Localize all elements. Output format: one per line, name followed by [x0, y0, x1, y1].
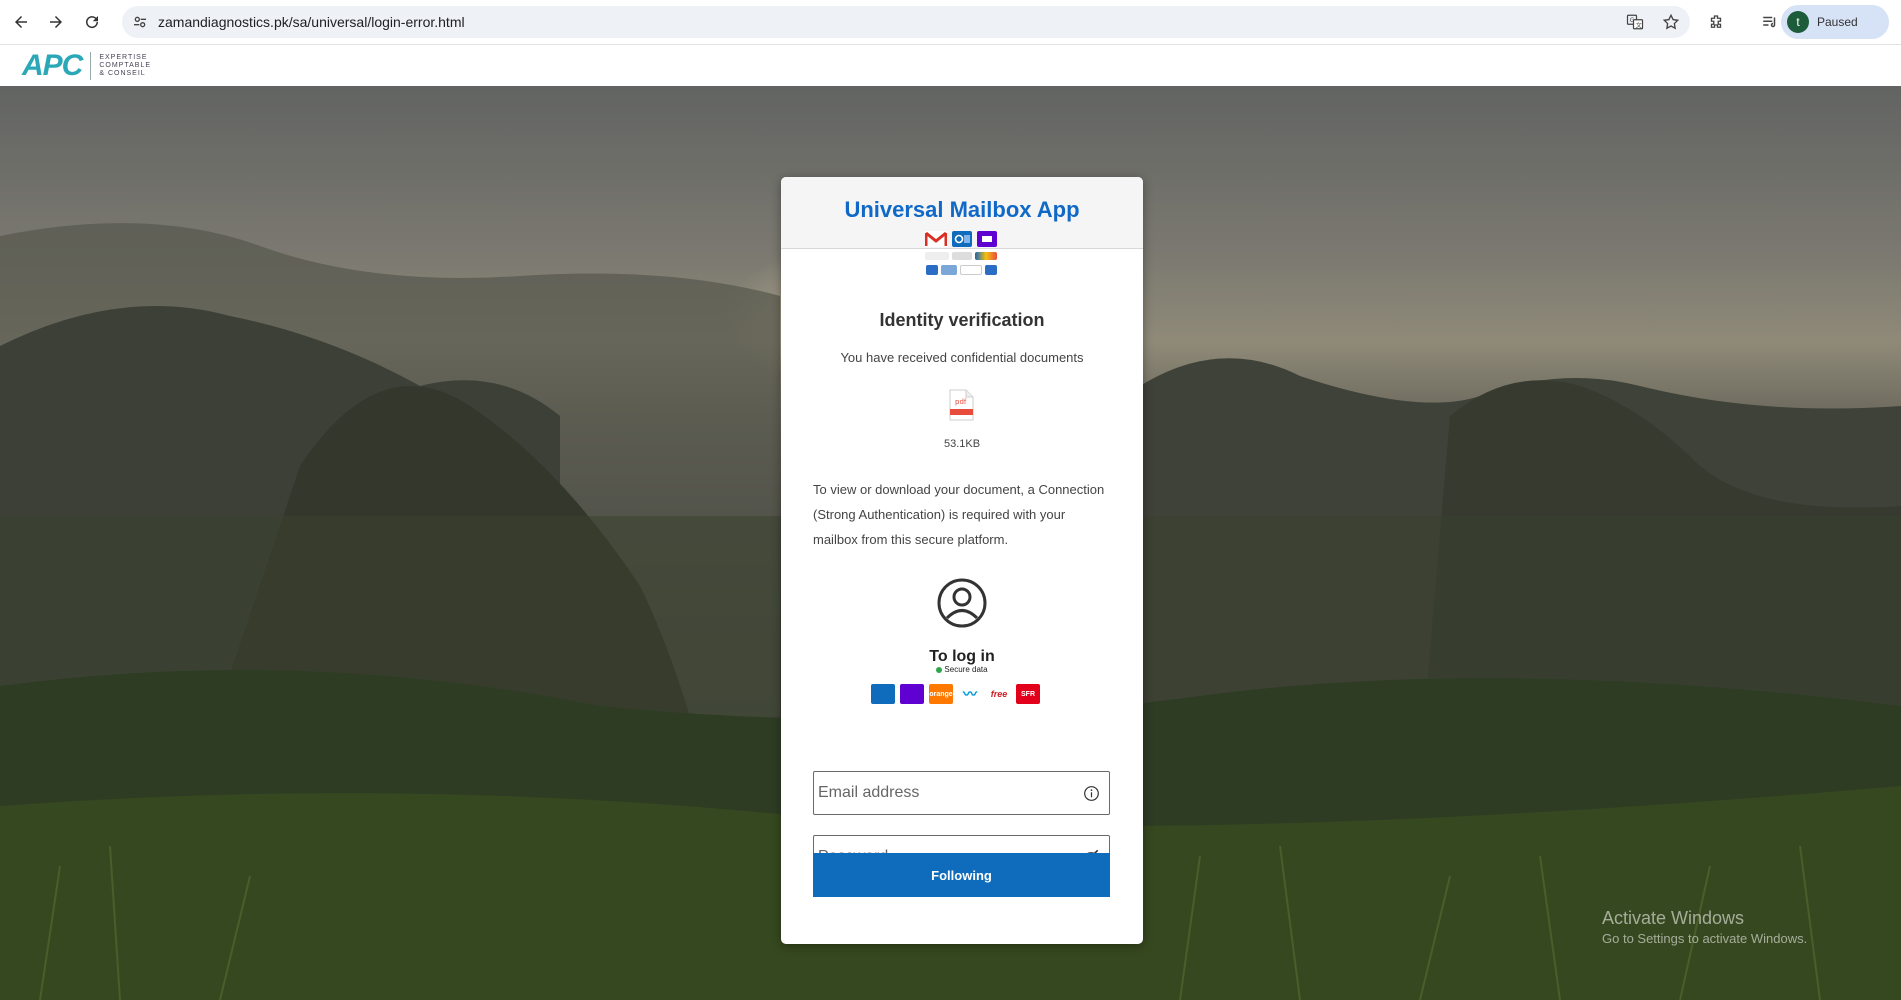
back-icon[interactable]	[3, 4, 39, 40]
translate-icon[interactable]: G文	[1624, 11, 1646, 33]
secure-data-label: Secure data	[781, 665, 1143, 674]
info-icon[interactable]	[1073, 785, 1109, 802]
user-avatar-icon	[937, 578, 987, 628]
pdf-label: pdf	[955, 398, 967, 406]
login-card: Universal Mailbox App Identity verificat…	[781, 177, 1143, 944]
yandex-icon	[959, 265, 982, 275]
mail-blue-2-icon	[940, 265, 957, 275]
email-input[interactable]	[814, 772, 1073, 814]
activate-windows-watermark: Activate Windows Go to Settings to activ…	[1602, 908, 1807, 946]
url-text[interactable]: zamandiagnostics.pk/sa/universal/login-e…	[158, 14, 465, 30]
file-size: 53.1KB	[943, 438, 981, 450]
svg-text:G: G	[1630, 17, 1635, 24]
forward-icon[interactable]	[38, 4, 74, 40]
provider-logos-top	[911, 228, 1011, 275]
ovh-icon	[975, 252, 997, 260]
profile-button[interactable]: t Paused	[1781, 5, 1889, 39]
outlook-icon	[871, 684, 895, 704]
yahoo-icon	[900, 684, 924, 704]
gmail-icon	[925, 231, 947, 247]
profile-avatar: t	[1787, 11, 1809, 33]
watermark-title: Activate Windows	[1602, 908, 1745, 928]
yahoo-icon	[977, 231, 997, 247]
verify-subtitle: You have received confidential documents	[840, 350, 1084, 365]
mail-blue-3-icon	[984, 265, 997, 275]
aol-icon	[952, 252, 972, 260]
reload-icon[interactable]	[74, 4, 110, 40]
outlook-icon	[952, 231, 972, 247]
extensions-icon[interactable]	[1700, 6, 1732, 38]
profile-status: Paused	[1817, 15, 1858, 29]
watermark-subtitle: Go to Settings to activate Windows.	[1602, 931, 1808, 946]
protonmail-icon	[925, 252, 949, 260]
provider-logos-login: orange 〰 free SFR	[871, 684, 1040, 704]
svg-text:文: 文	[1636, 21, 1642, 29]
email-field[interactable]	[813, 771, 1110, 815]
orange-icon: orange	[929, 684, 953, 704]
site-info-icon[interactable]	[122, 14, 158, 30]
bouygues-icon: 〰	[958, 684, 982, 704]
apc-logo[interactable]: APC	[22, 49, 83, 83]
site-header: APC EXPERTISE COMPTABLE & CONSEIL	[0, 45, 1901, 86]
address-bar[interactable]: zamandiagnostics.pk/sa/universal/login-e…	[122, 6, 1690, 38]
free-icon: free	[987, 684, 1011, 704]
bookmark-star-icon[interactable]	[1660, 11, 1682, 33]
pdf-file-icon[interactable]: pdf	[948, 389, 974, 421]
mail-blue-icon	[925, 265, 938, 275]
logo-divider	[90, 51, 92, 80]
verify-title: Identity verification	[879, 310, 1045, 330]
following-button[interactable]: Following	[813, 853, 1110, 897]
description-text: To view or download your document, a Con…	[813, 482, 1105, 547]
app-title: Universal Mailbox App	[844, 197, 1080, 222]
secure-dot-icon	[936, 666, 943, 673]
logo-tagline: EXPERTISE COMPTABLE & CONSEIL	[99, 53, 151, 77]
login-label: To log in	[929, 648, 995, 665]
sfr-icon: SFR	[1016, 684, 1040, 704]
browser-toolbar: zamandiagnostics.pk/sa/universal/login-e…	[0, 0, 1901, 45]
